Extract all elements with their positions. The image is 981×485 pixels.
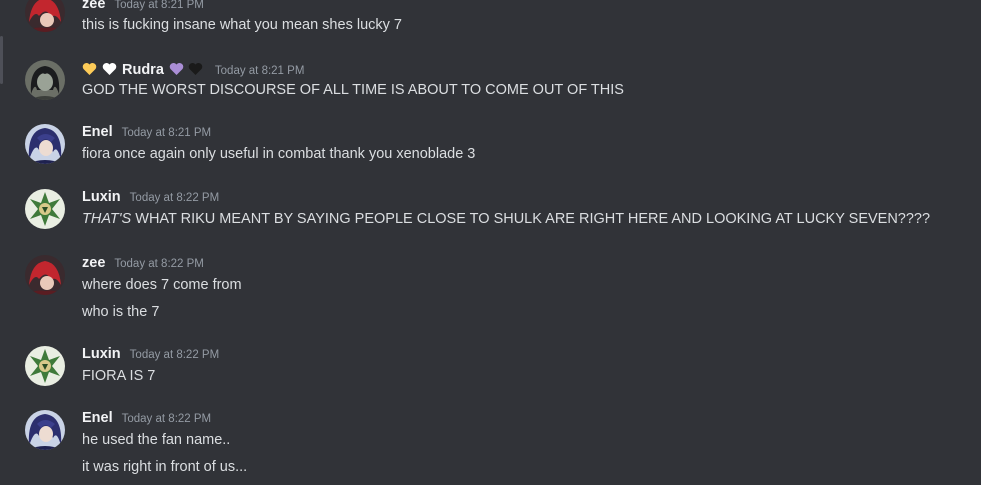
message-text: who is the 7 (82, 304, 160, 320)
avatar[interactable] (25, 255, 65, 295)
username[interactable]: Rudra (122, 62, 164, 78)
timestamp[interactable]: Today at 8:22 PM (130, 349, 220, 361)
message-header: zee Today at 8:22 PM (82, 255, 204, 275)
message-header: Rudra Today at 8:21 PM (82, 60, 304, 80)
timestamp[interactable]: Today at 8:22 PM (122, 413, 212, 425)
green-knight-avatar-icon (25, 189, 65, 229)
message-header: Luxin Today at 8:22 PM (82, 346, 219, 366)
message-text: it was right in front of us... (82, 459, 248, 475)
red-haired-anime-avatar-icon (25, 255, 65, 295)
white-heart-icon (102, 62, 117, 76)
message-header: zee Today at 8:21 PM (82, 0, 204, 16)
message-header: Enel Today at 8:22 PM (82, 410, 211, 430)
username[interactable]: Enel (82, 124, 113, 140)
timestamp[interactable]: Today at 8:21 PM (122, 127, 212, 139)
avatar[interactable] (25, 0, 65, 32)
blue-haired-anime-avatar-icon (25, 124, 65, 164)
timestamp[interactable]: Today at 8:22 PM (114, 258, 204, 270)
message-header: Enel Today at 8:21 PM (82, 124, 211, 144)
username[interactable]: Luxin (82, 346, 121, 362)
username[interactable]: Enel (82, 410, 113, 426)
green-knight-avatar-icon (25, 346, 65, 386)
message-text: this is fucking insane what you mean she… (82, 17, 402, 33)
italic-text: THAT'S (82, 211, 132, 227)
black-heart-icon (188, 62, 203, 76)
message-text: he used the fan name.. (82, 432, 231, 448)
message-text: THAT'S WHAT RIKU MEANT BY SAYING PEOPLE … (82, 211, 930, 227)
text-rest: WHAT RIKU MEANT BY SAYING PEOPLE CLOSE T… (131, 211, 931, 227)
message-header: Luxin Today at 8:22 PM (82, 189, 219, 209)
avatar[interactable] (25, 410, 65, 450)
message-text: fiora once again only useful in combat t… (82, 146, 476, 162)
dark-haired-avatar-icon (25, 60, 65, 100)
timestamp[interactable]: Today at 8:21 PM (215, 65, 305, 77)
username[interactable]: Luxin (82, 189, 121, 205)
message-text: GOD THE WORST DISCOURSE OF ALL TIME IS A… (82, 82, 624, 98)
avatar[interactable] (25, 124, 65, 164)
timestamp[interactable]: Today at 8:21 PM (114, 0, 204, 11)
avatar[interactable] (25, 189, 65, 229)
avatar[interactable] (25, 346, 65, 386)
username[interactable]: zee (82, 255, 105, 271)
message-text: where does 7 come from (82, 277, 242, 293)
purple-heart-icon (169, 62, 184, 76)
red-haired-anime-avatar-icon (25, 0, 65, 32)
message-text: FIORA IS 7 (82, 368, 156, 384)
blue-haired-anime-avatar-icon (25, 410, 65, 450)
username[interactable]: zee (82, 0, 105, 12)
avatar[interactable] (25, 60, 65, 100)
timestamp[interactable]: Today at 8:22 PM (130, 192, 220, 204)
scrollbar-thumb[interactable] (0, 36, 3, 84)
yellow-heart-icon (82, 62, 97, 76)
